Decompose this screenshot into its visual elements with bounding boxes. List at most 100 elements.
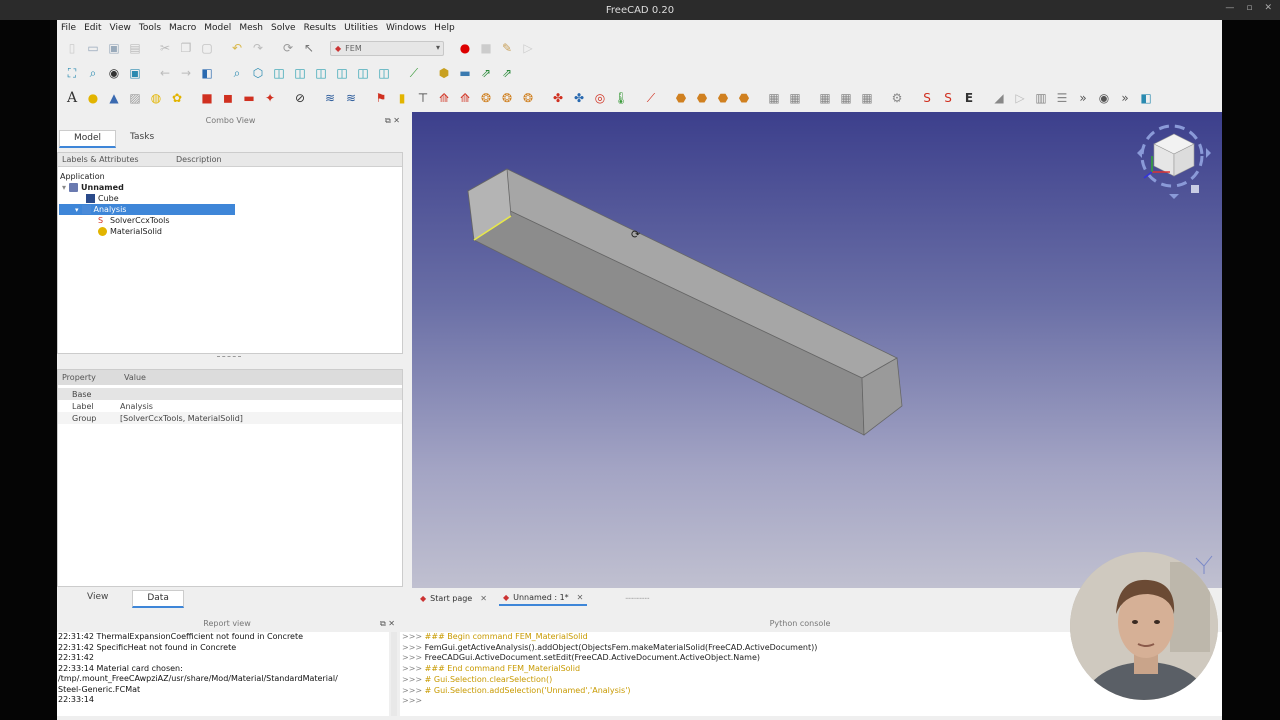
front-view-icon[interactable]: ◫ <box>270 64 288 82</box>
whats-this-icon[interactable]: ↖ <box>300 39 318 57</box>
constraint-pressure-icon[interactable]: ❂ <box>519 89 537 107</box>
tab-view[interactable]: View <box>73 590 122 608</box>
equation-icon[interactable]: ⚙ <box>888 89 906 107</box>
element-geometry-icon[interactable]: ■ <box>198 89 216 107</box>
tree-item-solver[interactable]: S SolverCcxTools <box>98 215 170 226</box>
part-icon[interactable]: ⬢ <box>435 64 453 82</box>
paste-icon[interactable]: ▢ <box>198 39 216 57</box>
menu-view[interactable]: View <box>106 23 135 33</box>
constraint-spring-icon[interactable]: ❂ <box>477 89 495 107</box>
solver-run-icon[interactable]: ▷ <box>1011 89 1029 107</box>
tree-header-labels[interactable]: Labels & Attributes <box>58 153 172 166</box>
workbench-selector[interactable]: ◆ FEM ▾ <box>330 40 444 56</box>
property-group[interactable]: Base <box>58 388 402 400</box>
menu-edit[interactable]: Edit <box>80 23 105 33</box>
right-view-icon[interactable]: ◫ <box>312 64 330 82</box>
constraint-fixed-icon[interactable]: ⚑ <box>372 89 390 107</box>
more-tools-icon[interactable]: » <box>1074 89 1092 107</box>
close-tab-icon[interactable]: ✕ <box>577 593 584 602</box>
refresh-icon[interactable]: ⟳ <box>279 39 297 57</box>
report-view[interactable]: 22:31:42 ThermalExpansionCoefficient not… <box>57 632 389 716</box>
constraint-heatflux-icon[interactable]: ◎ <box>591 89 609 107</box>
redo-icon[interactable]: ↷ <box>249 39 267 57</box>
tree-item-analysis[interactable]: ▾ Analysis <box>59 204 235 215</box>
collapse-icon[interactable]: ▾ <box>75 206 79 214</box>
constraint-flow-icon[interactable]: ≋ <box>321 89 339 107</box>
material-solid-icon[interactable]: ● <box>84 89 102 107</box>
tree-item-cube[interactable]: Cube <box>86 193 119 204</box>
mesh-clear-icon[interactable]: ▦ <box>786 89 804 107</box>
tab-unnamed[interactable]: ◆ Unnamed : 1* ✕ <box>498 591 588 606</box>
draw-style-icon[interactable]: ◉ <box>105 64 123 82</box>
left-view-icon[interactable]: ◫ <box>375 64 393 82</box>
constraint-selfweight-icon[interactable]: ✤ <box>549 89 567 107</box>
constraint-temperature-icon[interactable]: ✤ <box>570 89 588 107</box>
zoom-icon[interactable]: ⌕ <box>228 64 246 82</box>
beam-top-face[interactable] <box>467 168 898 379</box>
menu-results[interactable]: Results <box>300 23 341 33</box>
collapse-icon[interactable]: ▾ <box>62 183 66 192</box>
rotation-icon[interactable]: ✦ <box>261 89 279 107</box>
mesh-region-icon[interactable]: ⬣ <box>735 89 753 107</box>
maximize-icon[interactable]: ▫ <box>1246 3 1252 13</box>
make-link-icon[interactable]: ⇗ <box>477 64 495 82</box>
menu-utilities[interactable]: Utilities <box>340 23 382 33</box>
copy-icon[interactable]: ❐ <box>177 39 195 57</box>
tree-item-material[interactable]: MaterialSolid <box>98 226 162 237</box>
tab-model[interactable]: Model <box>59 130 117 148</box>
nav-down-arrow-icon[interactable] <box>1169 194 1179 199</box>
3d-viewport[interactable]: ⟳ <box>412 112 1222 588</box>
nav-left-arrow-icon[interactable] <box>1137 148 1142 158</box>
open-icon[interactable]: ▭ <box>84 39 102 57</box>
fit-all-icon[interactable]: ⛶ <box>63 64 81 82</box>
material-mix-icon[interactable]: ✿ <box>168 89 186 107</box>
mesh-display-icon[interactable]: ▦ <box>816 89 834 107</box>
nav-right-arrow-icon[interactable] <box>1206 148 1211 158</box>
rear-view-icon[interactable]: ◫ <box>333 64 351 82</box>
minimize-icon[interactable]: — <box>1225 3 1234 13</box>
mesh-boundary-icon[interactable]: ⬣ <box>714 89 732 107</box>
menu-solve[interactable]: Solve <box>267 23 300 33</box>
console-input-line[interactable]: >>> <box>402 696 1222 707</box>
property-header-value[interactable]: Value <box>120 370 150 385</box>
material-reinforced-icon[interactable]: ◍ <box>147 89 165 107</box>
results-show-icon[interactable]: ☰ <box>1053 89 1071 107</box>
property-row-group[interactable]: Group [SolverCcxTools, MaterialSolid] <box>58 412 402 424</box>
bottom-view-icon[interactable]: ◫ <box>354 64 372 82</box>
mesh-from-shape-icon[interactable]: ▦ <box>858 89 876 107</box>
menu-help[interactable]: Help <box>430 23 459 33</box>
cut-icon[interactable]: ✂ <box>156 39 174 57</box>
menu-windows[interactable]: Windows <box>382 23 430 33</box>
mesh-gmsh-icon[interactable]: ⬣ <box>693 89 711 107</box>
property-header-property[interactable]: Property <box>58 370 120 385</box>
isometric-view-icon[interactable]: ⬡ <box>249 64 267 82</box>
constraint-contact-icon[interactable]: ⟰ <box>435 89 453 107</box>
tab-tasks[interactable]: Tasks <box>116 130 168 148</box>
fit-selection-icon[interactable]: ⌕ <box>84 64 102 82</box>
results-purge-icon[interactable]: ▥ <box>1032 89 1050 107</box>
material-editor-icon[interactable]: ▨ <box>126 89 144 107</box>
solver-ccx-icon[interactable]: S <box>918 89 936 107</box>
record-macro-icon[interactable]: ● <box>456 39 474 57</box>
tab-data[interactable]: Data <box>132 590 184 608</box>
menu-mesh[interactable]: Mesh <box>235 23 267 33</box>
3d-scene[interactable]: ⟳ <box>412 112 1222 588</box>
mesh-netgen-icon[interactable]: ⬣ <box>672 89 690 107</box>
dock-controls-icon[interactable]: ⧉ ✕ <box>380 619 395 629</box>
constraint-displacement-icon[interactable]: ▮ <box>393 89 411 107</box>
macro-editor-icon[interactable]: ✎ <box>498 39 516 57</box>
measure-distance-icon[interactable]: ⟋ <box>405 64 423 82</box>
constraint-velocity-icon[interactable]: ≋ <box>342 89 360 107</box>
solver-elmer-icon[interactable]: S <box>939 89 957 107</box>
constraint-electrostatic-icon[interactable]: ⟋ <box>642 89 660 107</box>
undo-icon[interactable]: ↶ <box>228 39 246 57</box>
menu-tools[interactable]: Tools <box>135 23 165 33</box>
report-scrollbar[interactable] <box>391 632 397 716</box>
tree-item-unnamed[interactable]: ▾ Unnamed <box>62 182 124 193</box>
tab-start-page[interactable]: ◆ Start page ✕ <box>416 592 491 605</box>
run-macro-icon[interactable]: ▷ <box>519 39 537 57</box>
bounding-box-icon[interactable]: ▣ <box>126 64 144 82</box>
tree-header-description[interactable]: Description <box>172 153 226 166</box>
solver-control-icon[interactable]: ◢ <box>990 89 1008 107</box>
constraint-plane-icon[interactable]: ⊤ <box>414 89 432 107</box>
